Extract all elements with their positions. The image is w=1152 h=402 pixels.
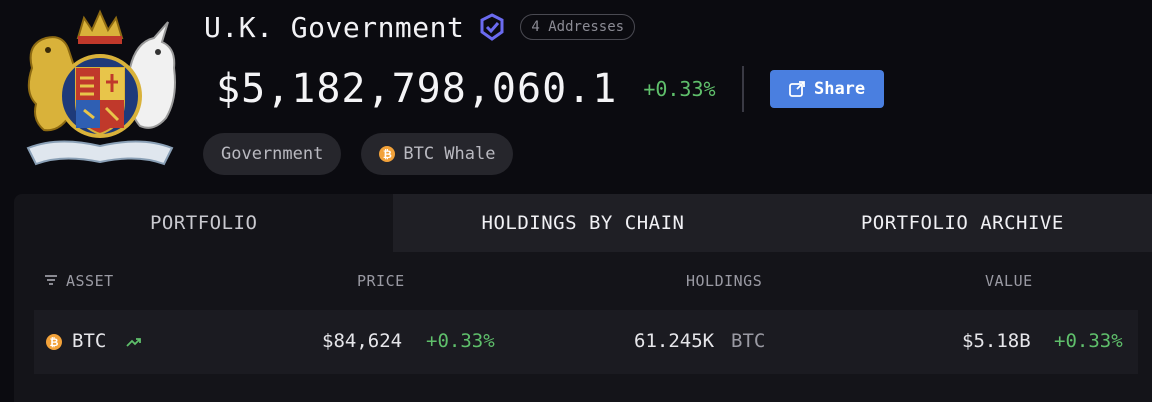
asset-symbol: BTC [72,330,107,352]
column-price[interactable]: PRICE [357,272,405,290]
table-row[interactable]: ₿ BTC $84,624 +0.33% 61.245K BTC $5.18B … [34,310,1138,374]
portfolio-tabs: PORTFOLIO HOLDINGS BY CHAIN PORTFOLIO AR… [14,194,1152,252]
share-label: Share [813,79,866,99]
entity-header: U.K. Government 4 Addresses [204,8,636,46]
tag-label: Government [221,144,324,164]
tag-label: BTC Whale [403,144,496,164]
btc-icon: ₿ [379,146,396,162]
summary-divider [741,66,744,112]
trend-up-icon [126,338,141,347]
column-value[interactable]: VALUE [985,272,1033,290]
tag-government[interactable]: Government [203,133,342,175]
table-header: ASSET PRICE HOLDINGS VALUE [14,252,1152,310]
btc-icon: ₿ [46,334,62,350]
column-asset[interactable]: ASSET [66,272,114,290]
entity-tags: Government ₿ BTC Whale [203,133,514,175]
column-holdings[interactable]: HOLDINGS [686,272,762,290]
entity-title: U.K. Government [204,10,465,44]
asset-holdings: 61.245K [634,330,715,352]
total-change: +0.33% [643,77,716,101]
sort-icon[interactable] [44,272,58,290]
portfolio-summary: $5,182,798,060.1 +0.33% Share [216,62,884,116]
addresses-badge[interactable]: 4 Addresses [520,14,636,40]
royal-coat-of-arms-logo [26,9,176,166]
tab-portfolio[interactable]: PORTFOLIO [14,194,393,252]
total-value: $5,182,798,060.1 [216,66,618,112]
asset-price-change: +0.33% [426,330,495,352]
portfolio-panel: PORTFOLIO HOLDINGS BY CHAIN PORTFOLIO AR… [14,194,1152,402]
asset-value: $5.18B [962,330,1031,352]
tab-holdings-by-chain[interactable]: HOLDINGS BY CHAIN [393,194,773,252]
verified-badge-icon [480,13,504,41]
asset-holdings-unit: BTC [731,330,766,352]
asset-value-change: +0.33% [1054,330,1123,352]
tab-portfolio-archive[interactable]: PORTFOLIO ARCHIVE [772,194,1152,252]
external-link-icon [789,81,805,97]
share-button[interactable]: Share [769,70,884,108]
tag-btc-whale[interactable]: ₿ BTC Whale [361,133,514,175]
asset-price: $84,624 [322,330,403,352]
